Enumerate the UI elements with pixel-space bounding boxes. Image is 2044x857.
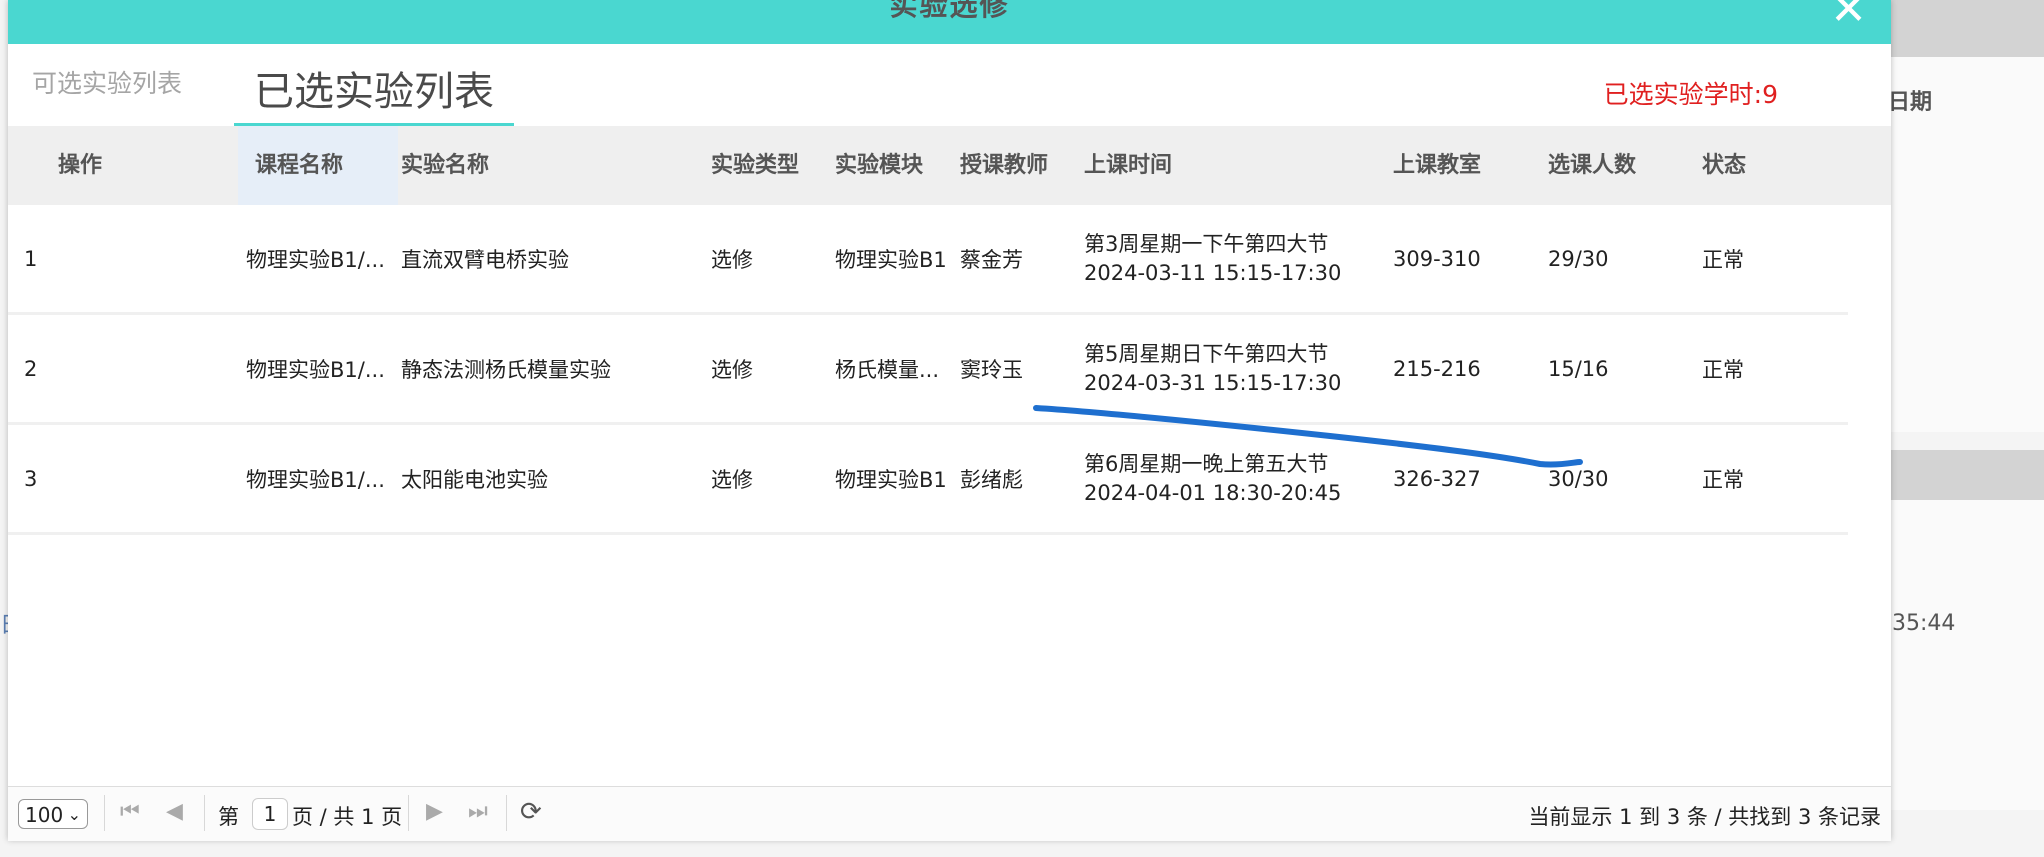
page-size-value: 100 [25,803,64,827]
table-header: 操作 课程名称 实验名称 实验类型 实验模块 授课教师 上课时间 上课教室 选课… [8,126,1891,205]
dialog-title: 实验选修 [889,0,1010,22]
divider [506,795,507,831]
background-header-strip-2 [1879,450,2044,500]
cell-enrolled: 15/16 [1548,356,1609,381]
cell-operation[interactable]: 2 [24,315,37,422]
divider [408,795,409,831]
cell-experiment: 静态法测杨氏模量实验 [401,357,611,382]
last-page-icon[interactable]: ⏭ [468,799,488,824]
selected-hours-label: 已选实验学时:9 [1603,80,1778,109]
cell-type: 选修 [711,467,753,492]
cell-time: 第6周星期一晚上第五大节 2024-04-01 18:30-20:45 [1084,425,1341,532]
cell-room: 215-216 [1393,356,1481,381]
column-header-experiment[interactable]: 实验名称 [401,126,489,205]
cell-enrolled: 30/30 [1548,466,1609,491]
next-page-icon[interactable]: ▶ [426,799,443,824]
record-count-info: 当前显示 1 到 3 条 / 共找到 3 条记录 [1528,805,1881,829]
table-body: 1 物理实验B1/... 直流双臂电桥实验 选修 物理实验B1 蔡金芳 第3周星… [8,205,1891,535]
cell-status: 正常 [1702,247,1744,272]
column-header-type[interactable]: 实验类型 [711,126,799,205]
cell-teacher: 窦玲玉 [960,357,1023,382]
cell-operation[interactable]: 1 [24,205,37,312]
cell-time: 第5周星期日下午第四大节 2024-03-31 15:15-17:30 [1084,315,1341,422]
cell-time-week: 第5周星期日下午第四大节 [1084,341,1329,366]
cell-status: 正常 [1702,467,1744,492]
experiment-elective-dialog: 实验选修 ✕ 可选实验列表 已选实验列表 已选实验学时:9 操作 课程名称 实验… [8,0,1891,841]
divider [104,795,105,831]
background-time-text: 35:44 [1892,611,1956,636]
cell-room: 309-310 [1393,246,1481,271]
cell-course: 物理实验B1/... [246,357,385,382]
tab-available-experiments[interactable]: 可选实验列表 [32,64,182,126]
cell-experiment: 直流双臂电桥实验 [401,247,569,272]
cell-module: 杨氏模量... [835,357,940,382]
table-row[interactable]: 3 物理实验B1/... 太阳能电池实验 选修 物理实验B1 彭绪彪 第6周星期… [8,425,1848,535]
divider [204,795,205,831]
cell-time-date: 2024-03-11 15:15-17:30 [1084,260,1342,285]
page-size-select[interactable]: 100 ⌄ [18,799,88,829]
cell-time: 第3周星期一下午第四大节 2024-03-11 15:15-17:30 [1084,205,1341,312]
current-page-input[interactable]: 1 [252,798,288,830]
column-header-module[interactable]: 实验模块 [835,126,923,205]
chevron-down-icon: ⌄ [67,805,81,824]
cell-room: 326-327 [1393,466,1481,491]
cell-time-week: 第3周星期一下午第四大节 [1084,231,1329,256]
column-header-room[interactable]: 上课教室 [1393,126,1481,205]
cell-time-week: 第6周星期一晚上第五大节 [1084,451,1329,476]
cell-operation[interactable]: 3 [24,425,37,532]
cell-teacher: 蔡金芳 [960,247,1023,272]
column-header-status[interactable]: 状态 [1702,126,1746,205]
cell-module: 物理实验B1 [835,247,947,272]
first-page-icon[interactable]: ⏮ [120,799,140,824]
column-header-enrolled[interactable]: 选课人数 [1548,126,1636,205]
background-panel-2 [1879,500,2044,810]
close-icon[interactable]: ✕ [1830,0,1867,32]
background-date-header: 日期 [1888,90,1933,115]
tab-selected-experiments[interactable]: 已选实验列表 [234,59,514,126]
background-header-strip [1879,0,2044,57]
cell-time-date: 2024-03-31 15:15-17:30 [1084,370,1342,395]
cell-module: 物理实验B1 [835,467,947,492]
cell-experiment: 太阳能电池实验 [401,467,548,492]
column-header-time[interactable]: 上课时间 [1084,126,1172,205]
tab-bar: 可选实验列表 已选实验列表 已选实验学时:9 [8,44,1891,126]
cell-enrolled: 29/30 [1548,246,1609,271]
table-row[interactable]: 1 物理实验B1/... 直流双臂电桥实验 选修 物理实验B1 蔡金芳 第3周星… [8,205,1848,315]
dialog-header: 实验选修 ✕ [8,0,1891,44]
pagination-bar: 100 ⌄ ⏮ ◀ 第 1 页 / 共 1 页 ▶ ⏭ ⟳ 当前显示 1 到 3… [8,786,1891,841]
prev-page-icon[interactable]: ◀ [166,799,183,824]
cell-time-date: 2024-04-01 18:30-20:45 [1084,480,1342,505]
table-row[interactable]: 2 物理实验B1/... 静态法测杨氏模量实验 选修 杨氏模量... 窦玲玉 第… [8,315,1848,425]
column-header-operation[interactable]: 操作 [58,126,102,205]
page-total-label: 页 / 共 1 页 [292,805,403,829]
column-header-course[interactable]: 课程名称 [238,126,398,205]
selected-experiments-table: 操作 课程名称 实验名称 实验类型 实验模块 授课教师 上课时间 上课教室 选课… [8,126,1891,535]
page-prefix-label: 第 [218,805,239,829]
cell-teacher: 彭绪彪 [960,467,1023,492]
refresh-icon[interactable]: ⟳ [520,797,542,827]
cell-type: 选修 [711,247,753,272]
cell-status: 正常 [1702,357,1744,382]
cell-course: 物理实验B1/... [246,247,385,272]
cell-course: 物理实验B1/... [246,467,385,492]
cell-type: 选修 [711,357,753,382]
column-header-teacher[interactable]: 授课教师 [960,126,1048,205]
